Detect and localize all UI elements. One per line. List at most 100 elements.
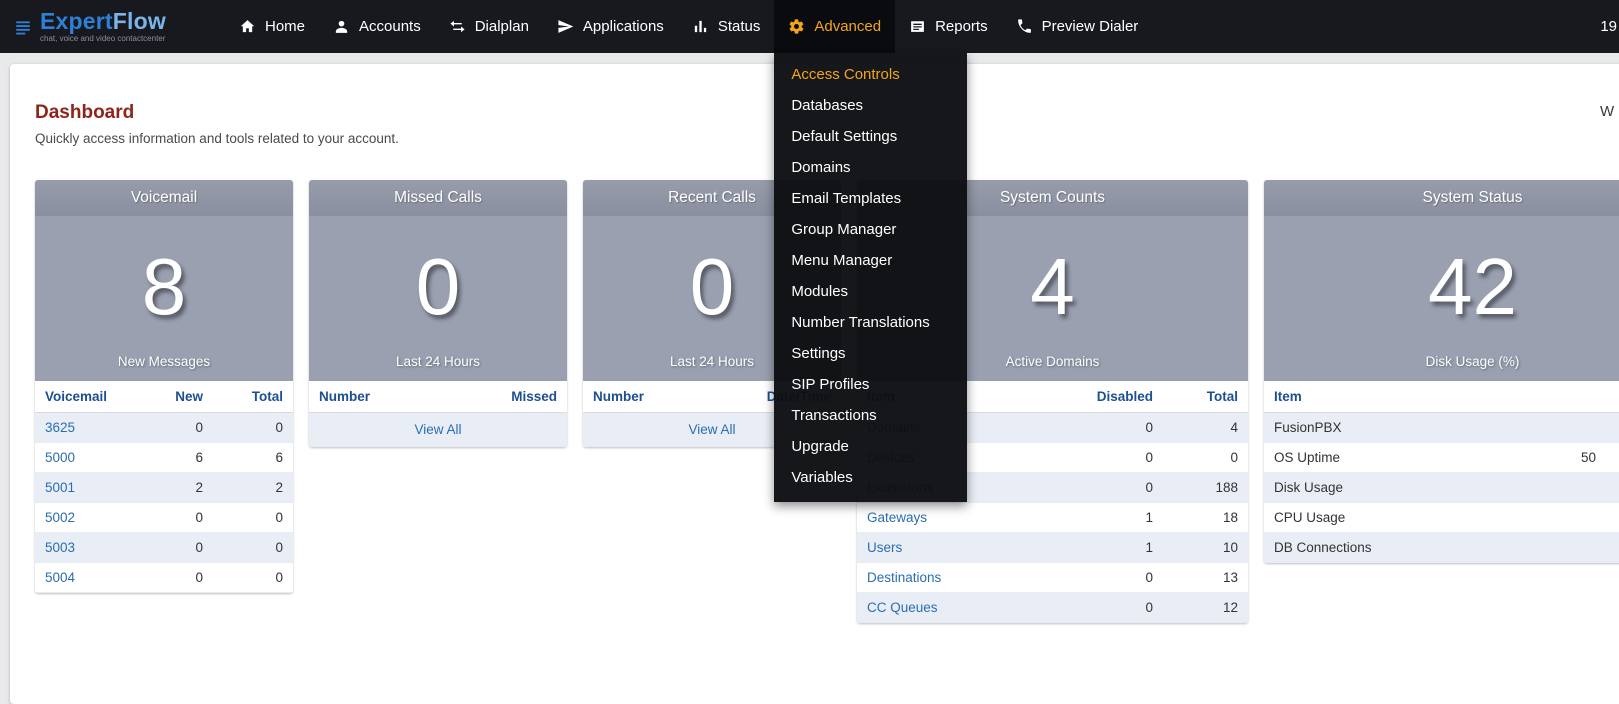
nav-item-advanced[interactable]: Advanced Access ControlsDatabasesDefault… bbox=[774, 0, 895, 53]
table-row: Disk Usage bbox=[1264, 473, 1619, 503]
nav-label: Advanced bbox=[814, 18, 881, 35]
table-row: 500066 bbox=[35, 443, 293, 473]
home-icon bbox=[239, 18, 256, 35]
dropdown-item-settings[interactable]: Settings bbox=[774, 338, 967, 369]
table-row: Gateways118 bbox=[857, 503, 1248, 533]
dropdown-item-number-translations[interactable]: Number Translations bbox=[774, 307, 967, 338]
user-icon bbox=[333, 18, 350, 35]
column-header: Voicemail bbox=[35, 381, 138, 413]
navbar-clock-partial: 19 bbox=[1600, 0, 1619, 53]
column-header bbox=[1571, 381, 1619, 413]
disk-usage-count: 42 bbox=[1428, 220, 1517, 354]
menu-lines-icon bbox=[14, 18, 32, 36]
column-header: Total bbox=[213, 381, 293, 413]
paper-plane-icon bbox=[557, 18, 574, 35]
stat-label: Last 24 Hours bbox=[396, 354, 480, 381]
active-domains-count: 4 bbox=[1030, 220, 1075, 354]
welcome-text: W bbox=[1600, 103, 1614, 120]
phone-icon bbox=[1016, 18, 1033, 35]
column-header: Disabled bbox=[1058, 381, 1163, 413]
brand-tagline: chat, voice and video contactcenter bbox=[40, 35, 166, 43]
table-row: FusionPBX bbox=[1264, 413, 1619, 443]
card-title: Missed Calls bbox=[309, 180, 567, 216]
dropdown-item-upgrade[interactable]: Upgrade bbox=[774, 431, 967, 462]
voicemail-count: 8 bbox=[142, 220, 187, 354]
view-all-link[interactable]: View All bbox=[688, 422, 735, 437]
missed-calls-table: NumberMissed View All bbox=[309, 381, 567, 447]
table-row: CPU Usage bbox=[1264, 503, 1619, 533]
nav-item-home[interactable]: Home bbox=[225, 0, 319, 53]
table-row: CC Queues012 bbox=[857, 593, 1248, 623]
nav-item-applications[interactable]: Applications bbox=[543, 0, 678, 53]
bar-chart-icon bbox=[692, 18, 709, 35]
gear-icon bbox=[788, 18, 805, 35]
nav-label: Accounts bbox=[359, 18, 421, 35]
dropdown-item-transactions[interactable]: Transactions bbox=[774, 400, 967, 431]
table-link[interactable]: CC Queues bbox=[867, 600, 938, 615]
table-row: Users110 bbox=[857, 533, 1248, 563]
recent-calls-count: 0 bbox=[690, 220, 735, 354]
column-header: Total bbox=[1163, 381, 1248, 413]
table-link[interactable]: 5004 bbox=[45, 570, 75, 585]
table-link[interactable]: 5001 bbox=[45, 480, 75, 495]
expertflow-logo[interactable]: ExpertFlow chat, voice and video contact… bbox=[0, 0, 200, 53]
column-header: Number bbox=[583, 381, 757, 413]
column-header: New bbox=[138, 381, 213, 413]
table-row: 500400 bbox=[35, 563, 293, 593]
swap-arrows-icon bbox=[449, 18, 466, 35]
table-row: 500122 bbox=[35, 473, 293, 503]
system-status-table: ItemFusionPBXOS Uptime50Disk UsageCPU Us… bbox=[1264, 381, 1619, 563]
table-link[interactable]: Destinations bbox=[867, 570, 941, 585]
report-icon bbox=[909, 18, 926, 35]
dropdown-item-default-settings[interactable]: Default Settings bbox=[774, 121, 967, 152]
table-row: 362500 bbox=[35, 413, 293, 443]
dropdown-item-email-templates[interactable]: Email Templates bbox=[774, 183, 967, 214]
table-row: OS Uptime50 bbox=[1264, 443, 1619, 473]
table-link[interactable]: Users bbox=[867, 540, 902, 555]
table-link[interactable]: 5002 bbox=[45, 510, 75, 525]
brand-name: ExpertFlow bbox=[40, 8, 166, 34]
card-title: Voicemail bbox=[35, 180, 293, 216]
nav-item-dialplan[interactable]: Dialplan bbox=[435, 0, 543, 53]
card-system-status: System Status 42 Disk Usage (%) ItemFusi… bbox=[1264, 180, 1619, 563]
table-link[interactable]: 3625 bbox=[45, 420, 75, 435]
dropdown-item-databases[interactable]: Databases bbox=[774, 90, 967, 121]
nav-label: Preview Dialer bbox=[1042, 18, 1139, 35]
dropdown-item-access-controls[interactable]: Access Controls bbox=[774, 59, 967, 90]
table-row: View All bbox=[309, 413, 567, 447]
view-all-link[interactable]: View All bbox=[414, 422, 461, 437]
dropdown-item-modules[interactable]: Modules bbox=[774, 276, 967, 307]
top-navbar: ExpertFlow chat, voice and video contact… bbox=[0, 0, 1619, 53]
table-link[interactable]: 5003 bbox=[45, 540, 75, 555]
nav-item-accounts[interactable]: Accounts bbox=[319, 0, 435, 53]
dropdown-item-variables[interactable]: Variables bbox=[774, 462, 967, 493]
table-row: DB Connections bbox=[1264, 533, 1619, 563]
table-row: 500300 bbox=[35, 533, 293, 563]
card-voicemail: Voicemail 8 New Messages VoicemailNewTot… bbox=[35, 180, 293, 593]
nav-label: Reports bbox=[935, 18, 988, 35]
table-link[interactable]: Gateways bbox=[867, 510, 927, 525]
dropdown-item-sip-profiles[interactable]: SIP Profiles bbox=[774, 369, 967, 400]
nav-label: Home bbox=[265, 18, 305, 35]
column-header: Missed bbox=[477, 381, 567, 413]
card-title: System Status bbox=[1264, 180, 1619, 216]
table-row: Destinations013 bbox=[857, 563, 1248, 593]
column-header: Item bbox=[1264, 381, 1571, 413]
dropdown-item-group-manager[interactable]: Group Manager bbox=[774, 214, 967, 245]
card-missed-calls: Missed Calls 0 Last 24 Hours NumberMisse… bbox=[309, 180, 567, 447]
stat-label: Last 24 Hours bbox=[670, 354, 754, 381]
table-row: 500200 bbox=[35, 503, 293, 533]
dropdown-item-menu-manager[interactable]: Menu Manager bbox=[774, 245, 967, 276]
voicemail-table: VoicemailNewTotal36250050006650012250020… bbox=[35, 381, 293, 593]
nav-label: Dialplan bbox=[475, 18, 529, 35]
dropdown-item-domains[interactable]: Domains bbox=[774, 152, 967, 183]
table-link[interactable]: 5000 bbox=[45, 450, 75, 465]
nav-item-reports[interactable]: Reports bbox=[895, 0, 1002, 53]
stat-label: Disk Usage (%) bbox=[1426, 354, 1520, 381]
nav-item-status[interactable]: Status bbox=[678, 0, 775, 53]
column-header: Number bbox=[309, 381, 477, 413]
nav-label: Applications bbox=[583, 18, 664, 35]
nav-item-preview-dialer[interactable]: Preview Dialer bbox=[1002, 0, 1153, 53]
missed-calls-count: 0 bbox=[416, 220, 461, 354]
advanced-dropdown: Access ControlsDatabasesDefault Settings… bbox=[774, 53, 967, 502]
